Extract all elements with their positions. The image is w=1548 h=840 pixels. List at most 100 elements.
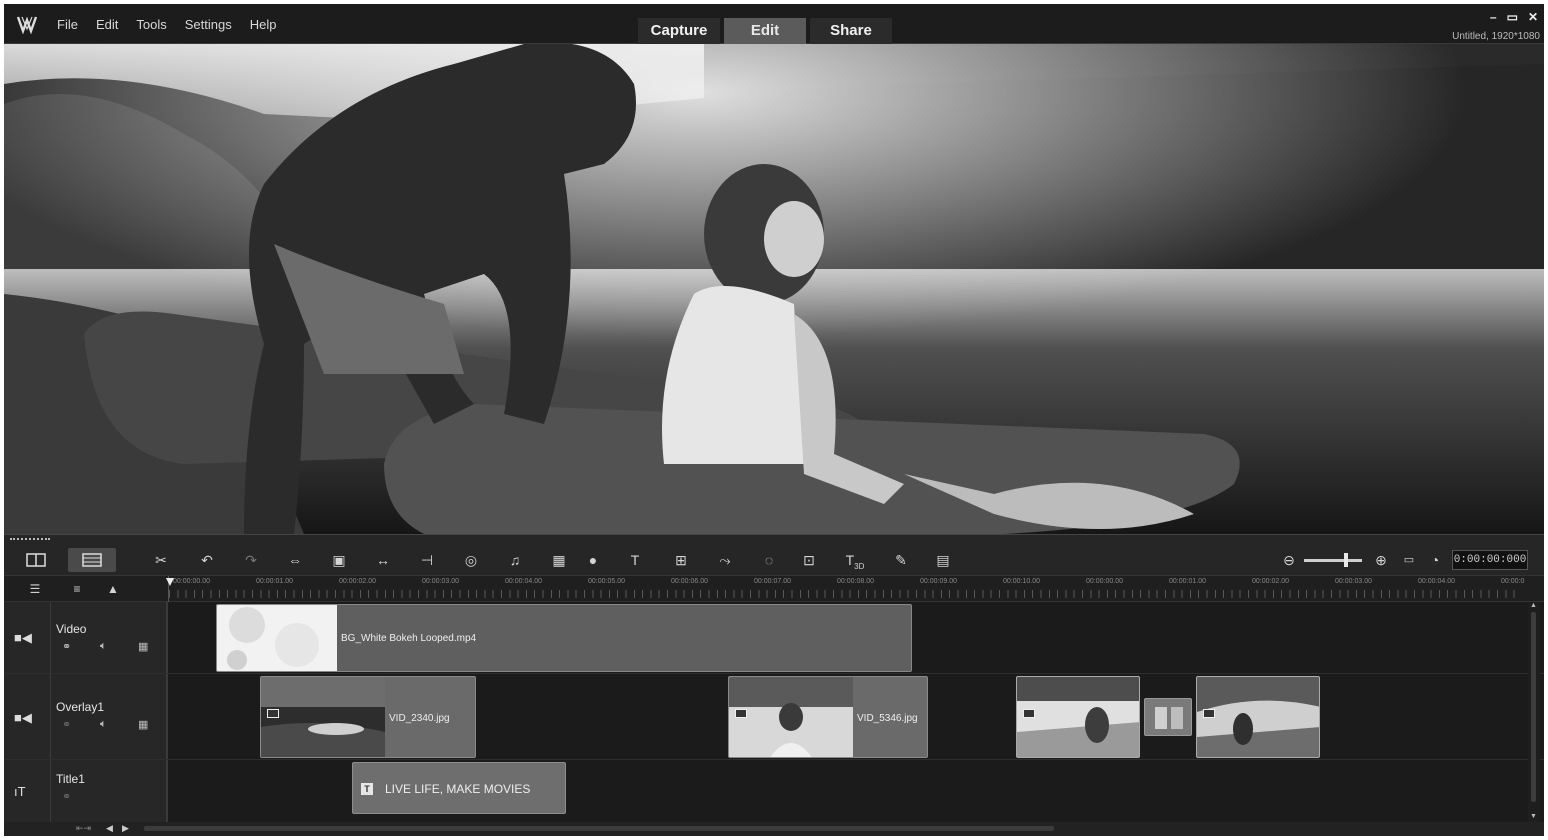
- menu-bar: File Edit Tools Settings Help: [48, 4, 285, 44]
- menu-settings[interactable]: Settings: [176, 17, 241, 32]
- timecode-display[interactable]: 0:00:00:000: [1452, 550, 1528, 570]
- overlay-track-name: Overlay1: [56, 700, 105, 714]
- overlay-camera-icon: ■◀: [14, 710, 32, 725]
- subtitle-icon[interactable]: ✎: [890, 550, 912, 570]
- restore-button[interactable]: ▭: [1507, 10, 1518, 24]
- overlay-clip-1[interactable]: VID_2340.jpg: [260, 676, 476, 758]
- clip-thumbnail: [1197, 677, 1319, 757]
- clip-thumbnail: [217, 605, 337, 671]
- video-track-name: Video: [56, 622, 87, 636]
- link-icon[interactable]: ⚭: [62, 790, 71, 803]
- vertical-scrollbar[interactable]: ▲ ▼: [1528, 602, 1540, 822]
- menu-help[interactable]: Help: [241, 17, 286, 32]
- link-icon[interactable]: ⚭: [62, 640, 71, 653]
- tab-edit[interactable]: Edit: [724, 18, 806, 44]
- split-icon[interactable]: ⊣: [416, 550, 438, 570]
- clip-thumbnail: [729, 677, 853, 757]
- clip-label: VID_5346.jpg: [857, 713, 918, 724]
- undo-icon[interactable]: ↶: [196, 550, 218, 570]
- motion-icon[interactable]: ◎: [460, 550, 482, 570]
- zoom-out-icon[interactable]: ⊖: [1278, 550, 1300, 570]
- fit-project-icon[interactable]: ▭: [1398, 550, 1420, 570]
- zoom-in-icon[interactable]: ⊕: [1370, 550, 1392, 570]
- grid-icon[interactable]: ▦: [138, 640, 148, 653]
- tab-share[interactable]: Share: [810, 18, 892, 44]
- mode-tabs: Capture Edit Share: [638, 18, 892, 44]
- redo-icon[interactable]: ↷: [240, 550, 262, 570]
- link-icon[interactable]: ⚭: [62, 718, 71, 731]
- audio-mix-icon[interactable]: ♫: [504, 550, 526, 570]
- zoom-slider[interactable]: [1304, 559, 1362, 562]
- storyboard-view-button[interactable]: [12, 548, 60, 572]
- scroll-right-icon[interactable]: ▶: [122, 823, 129, 834]
- multi-camera-icon[interactable]: ▦: [548, 550, 570, 570]
- title-type-icon: T: [361, 783, 373, 795]
- tools-icon[interactable]: ✂: [150, 550, 172, 570]
- speaker-icon[interactable]: 🔈︎: [100, 640, 107, 653]
- ruler-ticks: [169, 590, 1520, 598]
- scroll-down-icon[interactable]: ▼: [1530, 813, 1537, 820]
- preview-window[interactable]: [4, 44, 1544, 534]
- split-screen-icon[interactable]: ⊞: [670, 550, 692, 570]
- ruler-label: 00:00:08.00: [837, 578, 874, 585]
- vertical-scroll-thumb[interactable]: [1531, 612, 1536, 802]
- menu-file[interactable]: File: [48, 17, 87, 32]
- title-bar: File Edit Tools Settings Help Capture Ed…: [4, 4, 1544, 44]
- ruler-row: ☰ ≡ ▲ 00:00:00.00 00:00:01.00 00:00:02.00 0…: [4, 576, 1544, 602]
- ruler-label: 00:00:01.00: [1169, 578, 1206, 585]
- panel-splitter[interactable]: [4, 534, 1544, 544]
- close-button[interactable]: ✕: [1528, 10, 1538, 24]
- menu-tools[interactable]: Tools: [127, 17, 175, 32]
- trim-icon[interactable]: ↔: [372, 550, 394, 570]
- scroll-left-icon[interactable]: ◀: [106, 823, 113, 834]
- grid-icon[interactable]: ▦: [138, 718, 148, 731]
- overlay-clip-4[interactable]: [1196, 676, 1320, 758]
- image-type-icon: [1023, 709, 1035, 718]
- track-manager-icon[interactable]: ☰: [24, 579, 46, 599]
- timeline-ruler[interactable]: 00:00:00.00 00:00:01.00 00:00:02.00 00:00:0…: [168, 576, 1524, 602]
- video-clip[interactable]: BG_White Bokeh Looped.mp4: [216, 604, 912, 672]
- project-info: Untitled, 1920*1080: [1452, 31, 1540, 42]
- ruler-label: 00:00:0: [1501, 578, 1525, 585]
- scroll-up-icon[interactable]: ▲: [1530, 602, 1537, 609]
- image-type-icon: [1203, 709, 1215, 718]
- mask-icon[interactable]: ◌: [758, 550, 780, 570]
- ruler-label: 00:00:03.00: [1335, 578, 1372, 585]
- tab-capture[interactable]: Capture: [638, 18, 720, 44]
- ruler-label: 00:00:00.00: [1086, 578, 1123, 585]
- timeline-toolbar: ✂ ↶ ↷ ⇔ ▣ ↔ ⊣ ◎ ♫ ▦ ● T ⊞ ⤳ ◌ ⊡ T3D ✎ ▤ …: [4, 544, 1544, 576]
- zoom-slider-thumb[interactable]: [1344, 553, 1348, 567]
- ruler-label: 00:00:01.00: [256, 578, 293, 585]
- ruler-label: 00:00:04.00: [505, 578, 542, 585]
- ruler-label: 00:00:04.00: [1418, 578, 1455, 585]
- export-icon[interactable]: ▤: [932, 550, 954, 570]
- title-clip[interactable]: T LIVE LIFE, MAKE MOVIES: [352, 762, 566, 814]
- clock-icon: ◔: [1430, 552, 1440, 568]
- pan-zoom-icon[interactable]: ⊡: [798, 550, 820, 570]
- ripple-edit-icon[interactable]: ▲: [102, 579, 124, 599]
- title-icon[interactable]: T: [624, 550, 646, 570]
- motion-tracking-icon[interactable]: ⤳: [714, 550, 736, 570]
- transition-clip[interactable]: [1144, 698, 1192, 736]
- playhead-marker[interactable]: [166, 578, 174, 586]
- video-camera-icon: ■◀: [14, 630, 32, 645]
- overlay-track: ■◀ Overlay1 ⚭ 🔈︎ ▦ VID_2340.jpg VID_5346…: [4, 674, 1544, 760]
- title-track-header: ıT Title1 ⚭: [4, 760, 168, 822]
- overlay-clip-2[interactable]: VID_5346.jpg: [728, 676, 928, 758]
- clip-thumbnail: [261, 677, 385, 757]
- ruler-label: 00:00:00.00: [173, 578, 210, 585]
- color-grading-icon[interactable]: ●: [582, 550, 604, 570]
- fit-timeline-icon[interactable]: ⇤⇥: [76, 823, 91, 834]
- ruler-label: 00:00:07.00: [754, 578, 791, 585]
- clip-label: BG_White Bokeh Looped.mp4: [341, 633, 477, 644]
- fit-icon[interactable]: ⇔: [284, 550, 306, 570]
- crop-icon[interactable]: ▣: [328, 550, 350, 570]
- speaker-icon[interactable]: 🔈︎: [100, 718, 107, 731]
- horizontal-scrollbar[interactable]: [144, 826, 1054, 831]
- overlay-clip-3[interactable]: [1016, 676, 1140, 758]
- add-marker-icon[interactable]: ≡: [66, 579, 88, 599]
- menu-edit[interactable]: Edit: [87, 17, 127, 32]
- minimize-button[interactable]: –: [1490, 10, 1497, 24]
- timeline-view-button[interactable]: [68, 548, 116, 572]
- 3d-title-icon[interactable]: T3D: [840, 550, 870, 571]
